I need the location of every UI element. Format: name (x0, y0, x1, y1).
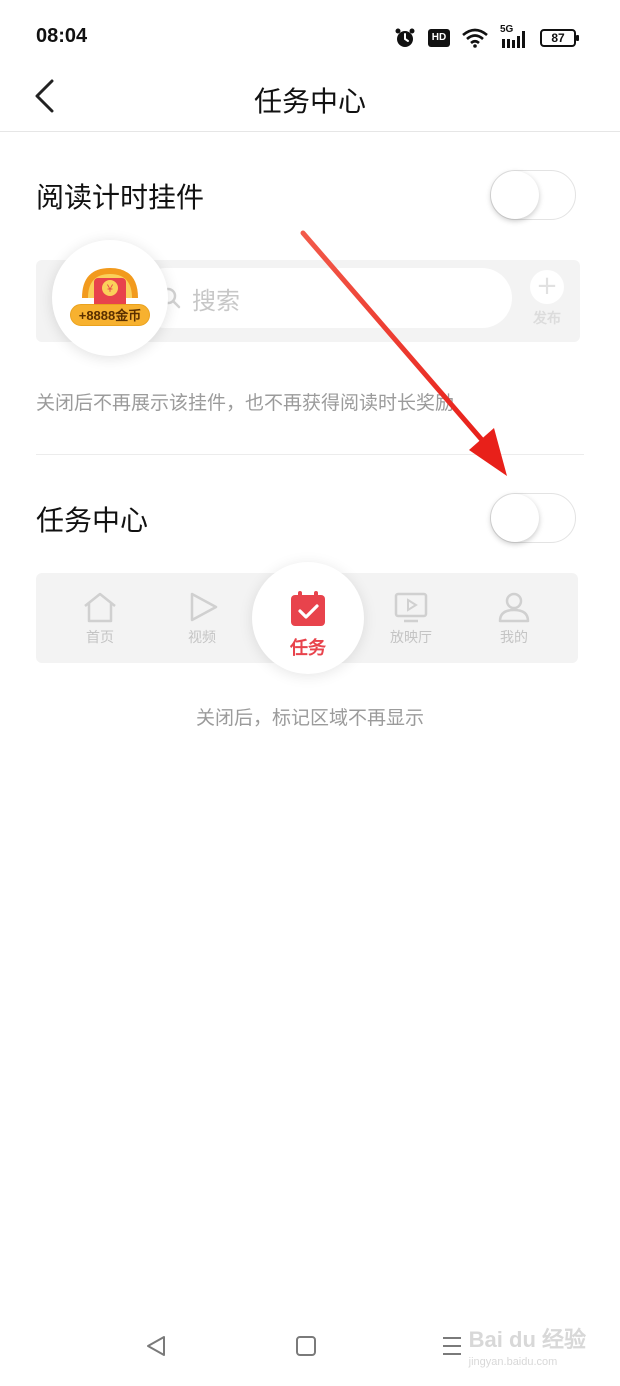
preview-tab-task: 任务 (252, 562, 364, 674)
preview-tab-mine: 我的 (484, 591, 544, 647)
wifi-icon (462, 28, 488, 48)
baidu-jingyan-watermark: Bai du 经验 jingyan.baidu.com (469, 1322, 586, 1368)
nav-header: 任务中心 (0, 72, 620, 132)
tab-label: 视频 (188, 630, 216, 646)
task-center-hint: 关闭后，标记区域不再显示 (195, 707, 424, 729)
preview-publish: + 发布 (526, 270, 568, 332)
preview-search-placeholder: 搜索 (192, 287, 240, 315)
tv-icon (381, 591, 441, 623)
divider (36, 454, 584, 455)
toggle-knob (491, 171, 539, 219)
tab-label-task: 任务 (290, 638, 326, 659)
preview-tab-theater: 放映厅 (381, 591, 441, 647)
preview-tab-home: 首页 (70, 591, 130, 647)
status-time: 08:04 (36, 25, 88, 47)
plus-icon: + (530, 270, 564, 304)
home-icon (70, 591, 130, 623)
task-center-toggle[interactable] (490, 493, 576, 543)
setting-row-task-center: 任务中心 (36, 487, 576, 547)
calendar-check-icon (289, 590, 327, 632)
play-icon (172, 591, 232, 623)
reading-timer-widget: ￥ +8888金币 (52, 240, 168, 356)
status-bar: 08:04 HD 5G 87 (0, 0, 620, 72)
preview-publish-label: 发布 (533, 311, 561, 327)
system-nav-bar: Bai du 经验 jingyan.baidu.com (0, 1310, 620, 1386)
toggle-knob (491, 494, 539, 542)
hd-icon: HD (428, 29, 450, 47)
page-title: 任务中心 (253, 85, 366, 118)
setting-label-reading-widget: 阅读计时挂件 (36, 181, 205, 214)
nav-menu-icon[interactable] (440, 1334, 464, 1362)
svg-text:￥: ￥ (105, 284, 115, 295)
cellular-icon: 5G (500, 24, 528, 49)
reading-widget-toggle[interactable] (490, 170, 576, 220)
battery-icon: 87 (540, 29, 579, 47)
preview-tab-video: 视频 (172, 591, 232, 647)
status-icons: HD 5G 87 (394, 24, 579, 52)
setting-label-task-center: 任务中心 (36, 504, 149, 537)
coin-reward-badge: +8888金币 (70, 304, 150, 326)
tab-label: 首页 (86, 630, 114, 646)
watermark-sub: jingyan.baidu.com (468, 1356, 558, 1368)
preview-search-bar: 搜索 (136, 268, 512, 328)
user-icon (484, 591, 544, 623)
setting-row-reading-widget: 阅读计时挂件 (36, 164, 576, 224)
watermark-main: Bai du 经验 (468, 1327, 586, 1352)
nav-home-icon[interactable] (294, 1334, 318, 1362)
tab-label: 放映厅 (390, 630, 432, 646)
reading-widget-hint: 关闭后不再展示该挂件，也不再获得阅读时长奖励 (36, 392, 455, 414)
alarm-icon (394, 27, 416, 49)
nav-back-icon[interactable] (144, 1334, 168, 1362)
tab-label: 我的 (500, 630, 528, 646)
